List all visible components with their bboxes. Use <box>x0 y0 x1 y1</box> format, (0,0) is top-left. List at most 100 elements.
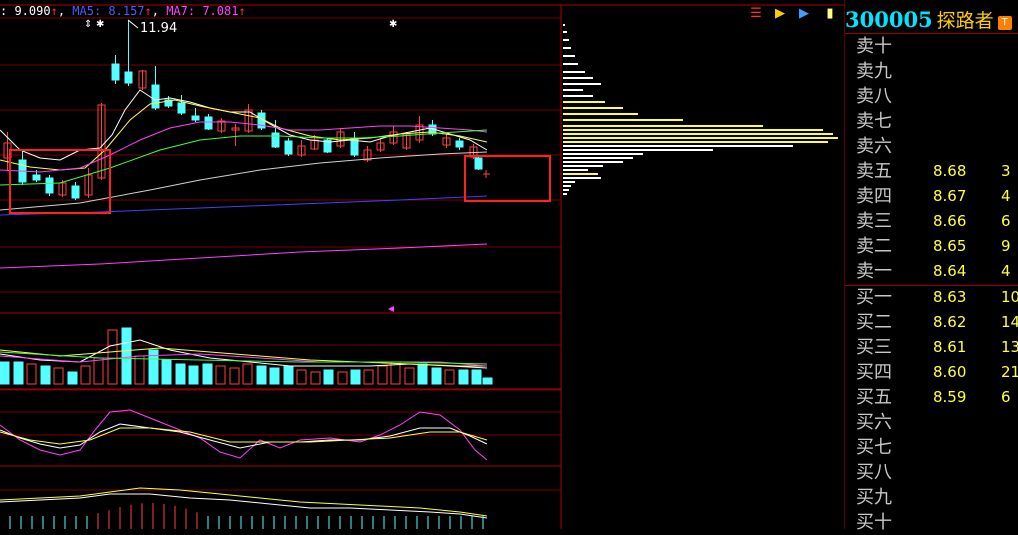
ask-row[interactable]: 卖九 <box>845 59 1018 84</box>
volume-bar <box>283 365 294 385</box>
high-price-label: 11.94 <box>140 21 177 36</box>
bid-row[interactable]: 买三 8.61 13 <box>845 335 1018 360</box>
bid-volume: 10 <box>1001 288 1018 306</box>
legend-arrow-2: ↑ <box>144 4 152 18</box>
cursor-arrow <box>388 306 394 312</box>
volume-bar <box>350 369 361 385</box>
ask-row[interactable]: 卖五 8.68 3 <box>845 159 1018 184</box>
ask-label: 卖一 <box>856 261 892 282</box>
bid-price: 8.63 <box>933 288 967 306</box>
bid-price: 8.59 <box>933 388 967 406</box>
ask-volume: 9 <box>1001 237 1011 255</box>
bid-row[interactable]: 买七 <box>845 435 1018 460</box>
bid-price: 8.60 <box>933 363 967 381</box>
kline-chart-area[interactable]: 11.94 ⇕ ✱ ✱ <box>0 0 845 529</box>
stock-header: 300005 探路者 T <box>845 6 1012 32</box>
chart-settings-icon[interactable]: ☰ <box>748 6 764 22</box>
ask-row[interactable]: 卖七 <box>845 109 1018 134</box>
ma-line-green <box>0 129 488 186</box>
ask-row[interactable]: 卖二 8.65 9 <box>845 234 1018 259</box>
stock-name[interactable]: 探路者 <box>937 10 994 32</box>
legend-arrow-1: ↑ <box>50 4 58 18</box>
marker-icon[interactable]: ▮ <box>822 6 838 22</box>
bid-row[interactable]: 买四 8.60 21 <box>845 360 1018 385</box>
volume-bar <box>310 371 321 385</box>
kdj-line-d <box>0 427 488 445</box>
event-marker: ✱ <box>389 19 397 30</box>
candle-body <box>474 157 483 170</box>
candle-body <box>271 132 280 148</box>
volume-bar <box>107 329 118 385</box>
volume-bar <box>256 365 267 385</box>
candle-body <box>45 177 54 194</box>
candle-body <box>177 102 186 114</box>
volume-bar <box>242 363 253 385</box>
candle-body <box>204 116 213 130</box>
volume-bar <box>471 369 482 385</box>
stock-code[interactable]: 300005 <box>845 7 933 32</box>
volume-bar <box>404 367 415 385</box>
ask-label: 卖七 <box>856 111 892 132</box>
volume-ma-green <box>0 351 488 365</box>
bid-price: 8.61 <box>933 338 967 356</box>
ask-label: 卖六 <box>856 136 892 157</box>
volume-bar <box>53 367 64 385</box>
bid-row[interactable]: 买六 <box>845 410 1018 435</box>
macd-line-dif <box>0 493 488 519</box>
bid-volume: 14 <box>1001 313 1018 331</box>
bid-label: 买八 <box>856 462 892 483</box>
volume-bar <box>215 365 226 385</box>
bid-label: 买七 <box>856 437 892 458</box>
bid-row[interactable]: 买八 <box>845 460 1018 485</box>
volume-bar <box>175 363 186 385</box>
ask-row[interactable]: 卖四 8.67 4 <box>845 184 1018 209</box>
volume-bar <box>13 361 24 385</box>
volume-bar <box>458 369 469 385</box>
ask-row[interactable]: 卖八 <box>845 84 1018 109</box>
ask-label: 卖八 <box>856 86 892 107</box>
flag-blue-icon[interactable]: ▶ <box>796 6 812 22</box>
bid-row[interactable]: 买九 <box>845 485 1018 510</box>
candle-body <box>284 140 293 155</box>
ask-label: 卖三 <box>856 211 892 232</box>
bid-label: 买十 <box>856 512 892 533</box>
volume-bar <box>444 369 455 385</box>
event-marker: ⇕ <box>84 19 92 30</box>
candle-body <box>32 174 41 181</box>
volume-bar <box>161 359 172 385</box>
candle-body <box>124 71 133 84</box>
ask-label: 卖十 <box>856 36 892 57</box>
bid-price: 8.62 <box>933 313 967 331</box>
flag-icon[interactable]: ▶ <box>772 6 788 22</box>
volume-bar <box>482 377 493 385</box>
volume-bar <box>0 361 10 385</box>
volume-bar <box>80 365 91 385</box>
ask-label: 卖五 <box>856 161 892 182</box>
volume-bar <box>26 363 37 385</box>
candle-body <box>71 185 80 199</box>
ask-price: 8.67 <box>933 187 967 205</box>
ma-line-grey <box>0 151 488 211</box>
ask-row[interactable]: 卖六 <box>845 134 1018 159</box>
bid-volume: 13 <box>1001 338 1018 356</box>
ask-label: 卖九 <box>856 61 892 82</box>
bid-row[interactable]: 买五 8.59 6 <box>845 385 1018 410</box>
volume-bar <box>93 357 104 385</box>
stock-badge[interactable]: T <box>997 15 1012 30</box>
bid-label: 买四 <box>856 362 892 383</box>
ask-row[interactable]: 卖三 8.66 6 <box>845 209 1018 234</box>
ask-row[interactable]: 卖一 8.64 4 <box>845 259 1018 284</box>
bid-row[interactable]: 买十 <box>845 510 1018 535</box>
bid-row[interactable]: 买一 8.63 10 <box>845 285 1018 310</box>
bid-label: 买二 <box>856 312 892 333</box>
ask-volume: 6 <box>1001 212 1011 230</box>
volume-bar <box>269 367 280 385</box>
volume-bar <box>40 365 51 385</box>
volume-bar <box>202 363 213 385</box>
volume-bar <box>188 365 199 385</box>
ask-row[interactable]: 卖十 <box>845 34 1018 59</box>
volume-bar <box>229 367 240 385</box>
volume-bar <box>363 369 374 385</box>
ma-line-long <box>0 243 488 269</box>
bid-row[interactable]: 买二 8.62 14 <box>845 310 1018 335</box>
